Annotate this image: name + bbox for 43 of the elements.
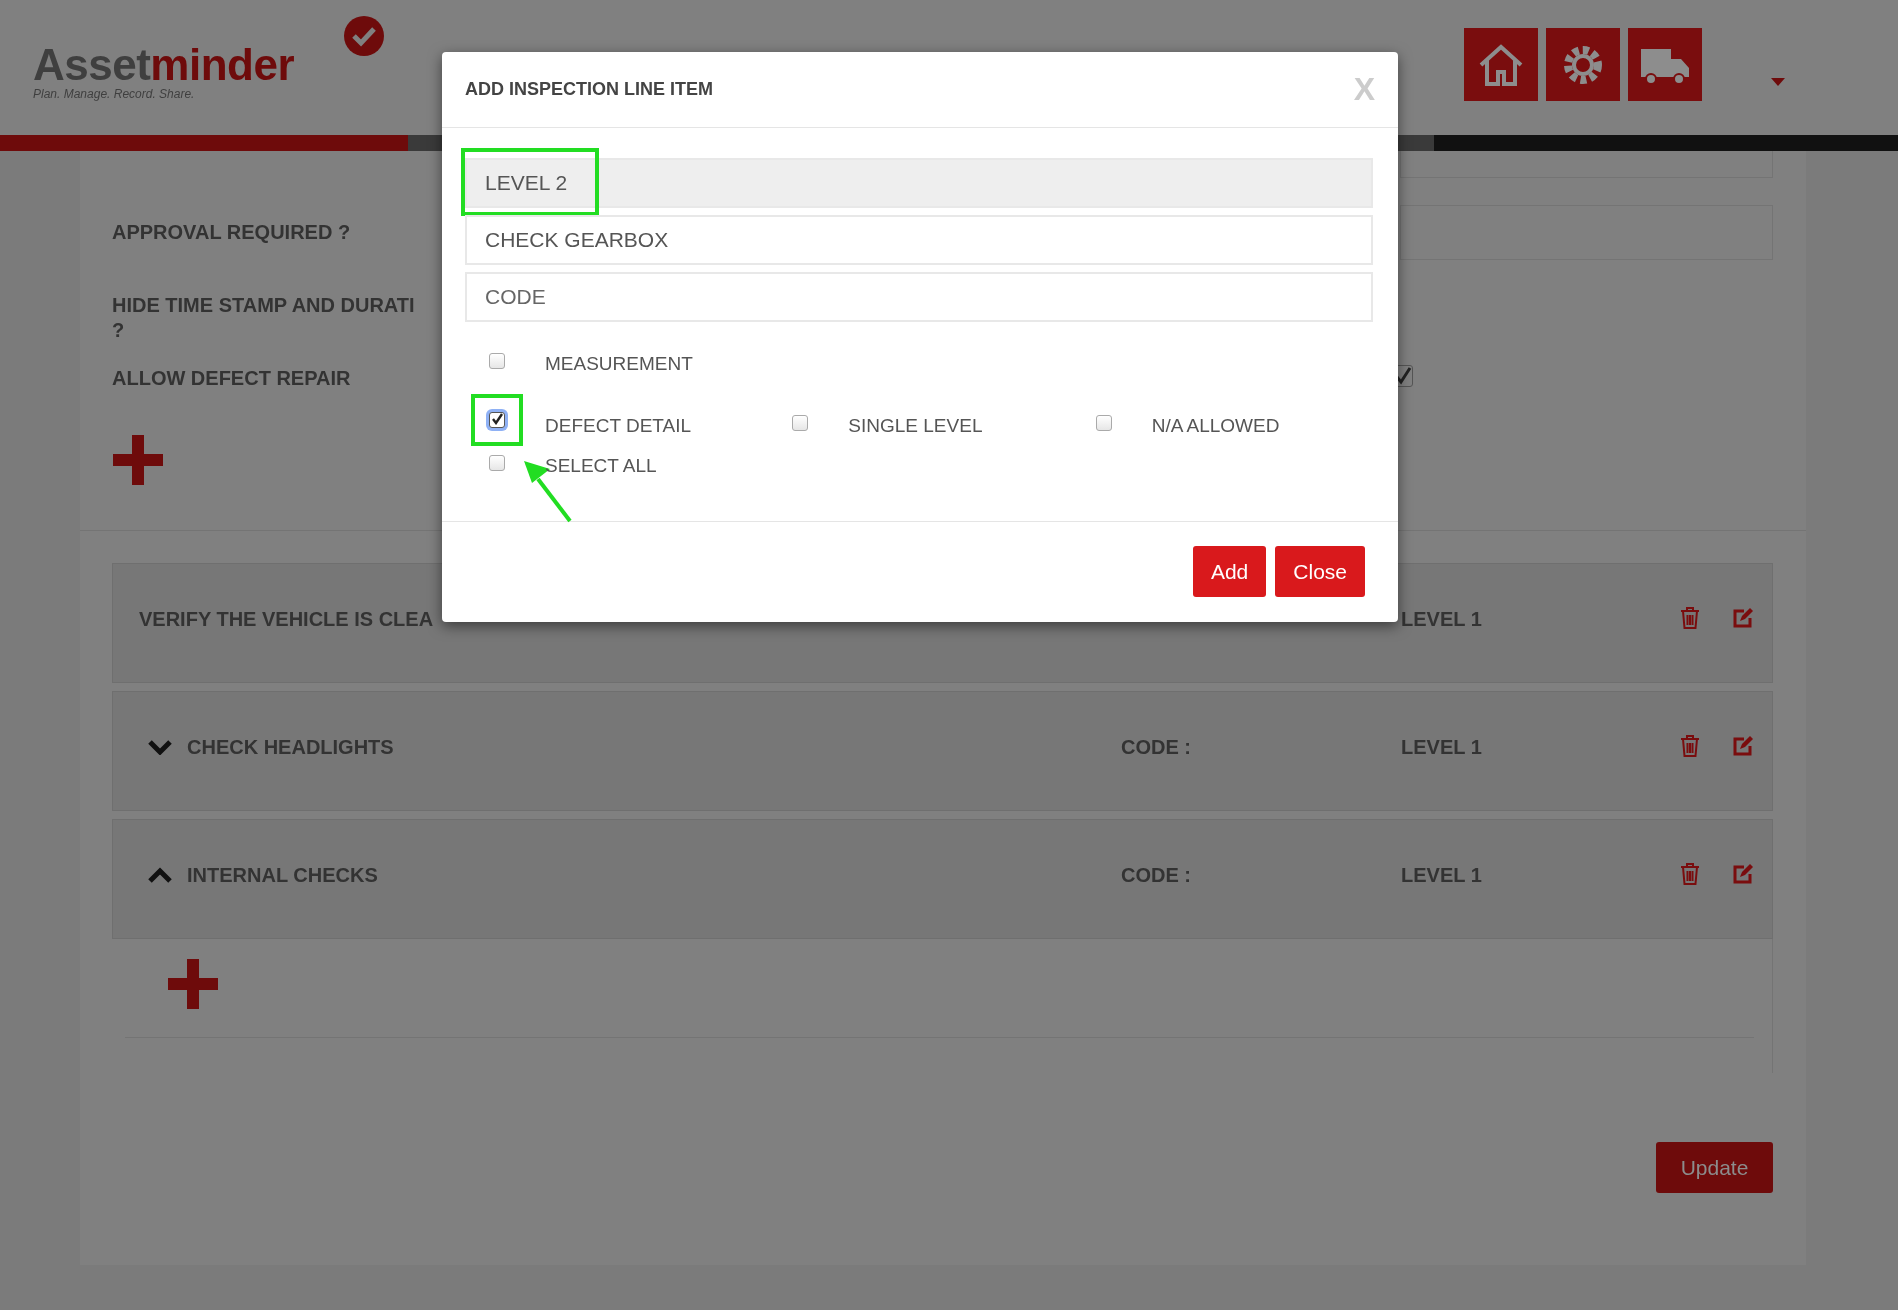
- setting-label: HIDE TIME STAMP AND DURATI ?: [112, 293, 415, 343]
- chevron-down-icon[interactable]: [147, 739, 173, 755]
- edit-icon[interactable]: [1731, 606, 1753, 630]
- line-item-title: CHECK HEADLIGHTS: [187, 735, 394, 760]
- setting-label: ALLOW DEFECT REPAIR: [112, 365, 351, 391]
- line-item-title: INTERNAL CHECKS: [187, 863, 378, 888]
- edit-icon[interactable]: [1731, 862, 1753, 886]
- code-label: CODE :: [1121, 864, 1191, 886]
- dialog-button[interactable]: Close: [1275, 546, 1365, 597]
- trash-icon[interactable]: [1679, 734, 1701, 758]
- update-button[interactable]: Update: [1656, 1142, 1773, 1193]
- trash-icon[interactable]: [1679, 606, 1701, 630]
- checkbox[interactable]: [489, 455, 505, 471]
- home-button[interactable]: [1464, 28, 1538, 101]
- caret-icon[interactable]: [1771, 78, 1785, 86]
- line-item-title: VERIFY THE VEHICLE IS CLEA: [139, 607, 434, 632]
- option-label: SINGLE LEVEL: [848, 415, 983, 437]
- checkbox[interactable]: [792, 415, 809, 431]
- trash-icon[interactable]: [1679, 862, 1701, 886]
- edit-icon[interactable]: [1731, 734, 1753, 758]
- level-label: LEVEL 1: [1401, 864, 1482, 886]
- logo-tagline: Plan. Manage. Record. Share.: [33, 86, 196, 101]
- chevron-up-icon[interactable]: [147, 867, 173, 883]
- code-label: CODE :: [1121, 736, 1191, 758]
- checkbox[interactable]: [489, 412, 505, 428]
- check-circle-icon: [343, 14, 385, 57]
- option-label: SELECT ALL: [545, 455, 657, 477]
- logo-wordmark: Assetminder: [33, 42, 295, 87]
- input-field[interactable]: CHECK GEARBOX: [465, 215, 1373, 265]
- checkbox[interactable]: [1095, 415, 1112, 431]
- plus-icon[interactable]: [167, 959, 219, 1009]
- dialog-title: ADD INSPECTION LINE ITEM: [465, 79, 713, 100]
- dialog-button[interactable]: Add: [1192, 546, 1267, 597]
- option-label: DEFECT DETAIL: [545, 415, 692, 437]
- truck-button[interactable]: [1628, 28, 1702, 101]
- level-label: LEVEL 1: [1401, 736, 1482, 758]
- settings-button[interactable]: [1546, 28, 1620, 101]
- option-label: N/A ALLOWED: [1151, 415, 1280, 437]
- option-label: MEASUREMENT: [545, 353, 693, 375]
- plus-icon[interactable]: [112, 435, 164, 485]
- level-label: LEVEL 1: [1401, 608, 1482, 630]
- setting-label: APPROVAL REQUIRED ?: [112, 220, 351, 245]
- checkbox[interactable]: [489, 353, 505, 369]
